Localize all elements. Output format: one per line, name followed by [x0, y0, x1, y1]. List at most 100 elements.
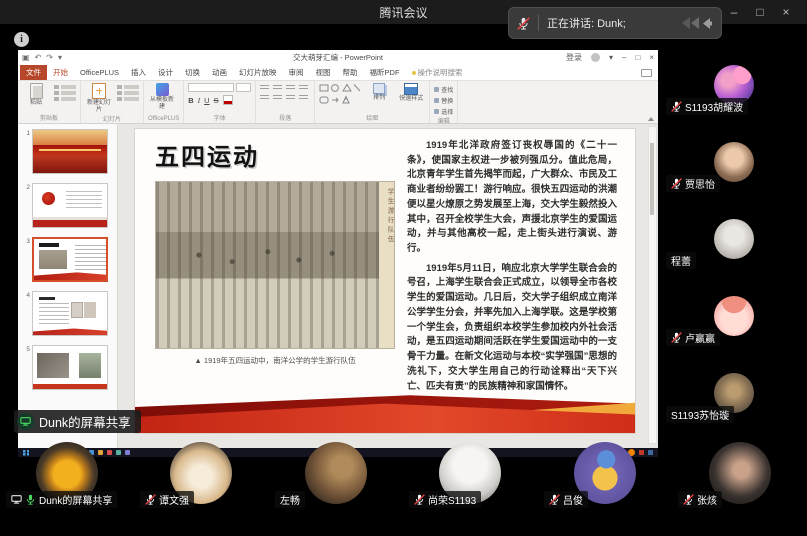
- collapse-ribbon-icon[interactable]: [648, 117, 654, 121]
- ribbon: 粘贴 剪贴板 新建幻灯片 幻: [18, 81, 658, 124]
- qat-more-icon[interactable]: ▾: [58, 54, 62, 62]
- info-icon[interactable]: i: [14, 32, 29, 47]
- video-tile[interactable]: 尚荣S1193: [403, 440, 537, 516]
- maximize-button[interactable]: □: [747, 0, 773, 24]
- screen-share-icon: [17, 413, 34, 430]
- ppt-restore-button[interactable]: □: [635, 54, 640, 62]
- minimize-button[interactable]: –: [721, 0, 747, 24]
- tab-slideshow[interactable]: 幻灯片放映: [233, 65, 283, 80]
- font-color-button[interactable]: [223, 95, 233, 105]
- select-button[interactable]: 选择: [434, 107, 453, 116]
- italic-button[interactable]: I: [198, 96, 201, 105]
- screen-share-overlay-label: Dunk的屏幕共享: [14, 410, 141, 433]
- video-tile[interactable]: 卢赢赢: [660, 273, 807, 350]
- tab-file[interactable]: 文件: [20, 65, 47, 80]
- slide-editor-area: 五四运动 学生游行队伍 ▲ 1919年五四运动中，南洋公学的学生游行队伍 191…: [118, 124, 658, 448]
- tab-help[interactable]: 帮助: [337, 65, 364, 80]
- quick-styles-icon: [404, 83, 418, 95]
- tab-officeplus[interactable]: OfficePLUS: [74, 65, 125, 80]
- close-button[interactable]: ×: [773, 0, 799, 24]
- comments-icon[interactable]: [641, 69, 652, 77]
- find-button[interactable]: 查找: [434, 85, 453, 94]
- video-tile[interactable]: S1193胡耀波: [660, 42, 807, 119]
- slide-thumbnail-1[interactable]: 1: [20, 129, 113, 174]
- tab-design[interactable]: 设计: [152, 65, 179, 80]
- tab-home[interactable]: 开始: [47, 65, 74, 80]
- undo-icon[interactable]: ↶: [35, 54, 42, 62]
- ppt-minimize-button[interactable]: –: [622, 54, 626, 62]
- slide-scrollbar[interactable]: [648, 126, 657, 444]
- tab-view[interactable]: 视图: [310, 65, 337, 80]
- tab-transitions[interactable]: 切换: [179, 65, 206, 80]
- slide-thumbnail-5[interactable]: 5: [20, 345, 113, 390]
- video-tile[interactable]: 程蕾: [660, 196, 807, 273]
- from-template-button[interactable]: 从模板新建: [148, 83, 176, 111]
- participant-name-tag: 吕俊: [544, 491, 588, 508]
- thumbnail-image: [32, 237, 108, 282]
- ppt-close-button[interactable]: ×: [649, 54, 654, 62]
- video-tile[interactable]: S1193苏怡璇: [660, 350, 807, 427]
- paragraph-buttons[interactable]: [260, 83, 310, 103]
- clipboard-small-buttons[interactable]: [54, 83, 76, 101]
- login-button[interactable]: 登录: [566, 54, 582, 62]
- muted-mic-icon: [671, 332, 682, 343]
- participant-name-tag: S1193胡耀波: [666, 98, 748, 115]
- video-tile[interactable]: 左畅: [269, 440, 403, 516]
- strikethrough-button[interactable]: S: [214, 96, 219, 105]
- video-tile[interactable]: Dunk的屏幕共享: [0, 440, 134, 516]
- group-label: 字体: [188, 113, 251, 123]
- scrollbar-thumb[interactable]: [650, 143, 654, 215]
- red-ribbon-graphic: [135, 391, 635, 433]
- tell-me-search[interactable]: 操作说明搜索: [406, 65, 469, 80]
- replace-button[interactable]: 替换: [434, 96, 453, 105]
- shapes-gallery[interactable]: [319, 83, 361, 107]
- divider: [538, 15, 539, 31]
- tab-review[interactable]: 审阅: [283, 65, 310, 80]
- video-tile[interactable]: 张烗: [672, 440, 807, 516]
- participant-name-tag: 尚荣S1193: [409, 491, 481, 508]
- tab-insert[interactable]: 插入: [125, 65, 152, 80]
- redo-icon[interactable]: ↷: [46, 54, 53, 62]
- quick-access-toolbar: ▣ ↶ ↷ ▾: [22, 54, 62, 62]
- bold-button[interactable]: B: [188, 96, 193, 105]
- account-avatar[interactable]: [591, 53, 600, 62]
- quick-styles-button[interactable]: 快速样式: [397, 83, 425, 103]
- ppt-window-controls: 登录 ▾ – □ ×: [561, 53, 654, 62]
- slide-thumbnail-4[interactable]: 4: [20, 291, 113, 336]
- thumbnail-image: [32, 129, 108, 174]
- active-mic-icon: [25, 494, 36, 505]
- slide-thumbnail-2[interactable]: 2: [20, 183, 113, 228]
- group-officeplus: 从模板新建 OfficePLUS: [144, 81, 184, 123]
- ribbon-display-icon[interactable]: ▾: [609, 54, 613, 62]
- group-editing: 查找 替换 选择 编辑: [430, 81, 458, 123]
- muted-mic-icon: [671, 178, 682, 189]
- historical-photo: 学生游行队伍: [155, 181, 395, 349]
- font-name-box[interactable]: [188, 83, 234, 92]
- slides-small-buttons[interactable]: [117, 83, 139, 101]
- tab-foxit-pdf[interactable]: 福昕PDF: [364, 65, 406, 80]
- paste-button[interactable]: 粘贴: [22, 83, 50, 107]
- video-tile[interactable]: 贾思怡: [660, 119, 807, 196]
- slide-thumbnail-panel: 1 2 3 4 5: [18, 124, 118, 448]
- group-label: 剪贴板: [22, 113, 76, 123]
- video-tile[interactable]: 吕俊: [538, 440, 672, 516]
- underline-button[interactable]: U: [204, 96, 209, 105]
- font-size-box[interactable]: [236, 83, 251, 92]
- window-controls: – □ ×: [721, 0, 799, 24]
- video-tile[interactable]: 谭文强: [134, 440, 268, 516]
- ppt-body: 1 2 3 4 5: [18, 124, 658, 448]
- thumbnail-image: [32, 291, 108, 336]
- photo-side-text: 学生游行队伍: [379, 182, 394, 348]
- arrange-button[interactable]: 排列: [365, 83, 393, 102]
- save-icon[interactable]: ▣: [22, 54, 30, 62]
- slide-thumbnail-3-selected[interactable]: 3: [20, 237, 113, 282]
- thumbnail-image: [32, 183, 108, 228]
- avatar: [714, 219, 754, 259]
- participant-name-tag: 卢赢赢: [666, 329, 720, 346]
- tab-animations[interactable]: 动画: [206, 65, 233, 80]
- muted-mic-icon: [517, 17, 530, 30]
- new-slide-button[interactable]: 新建幻灯片: [85, 83, 113, 114]
- banner-arrow-icons[interactable]: [679, 16, 713, 30]
- group-label: 幻灯片: [85, 114, 139, 124]
- participant-name-tag: 程蕾: [666, 252, 696, 269]
